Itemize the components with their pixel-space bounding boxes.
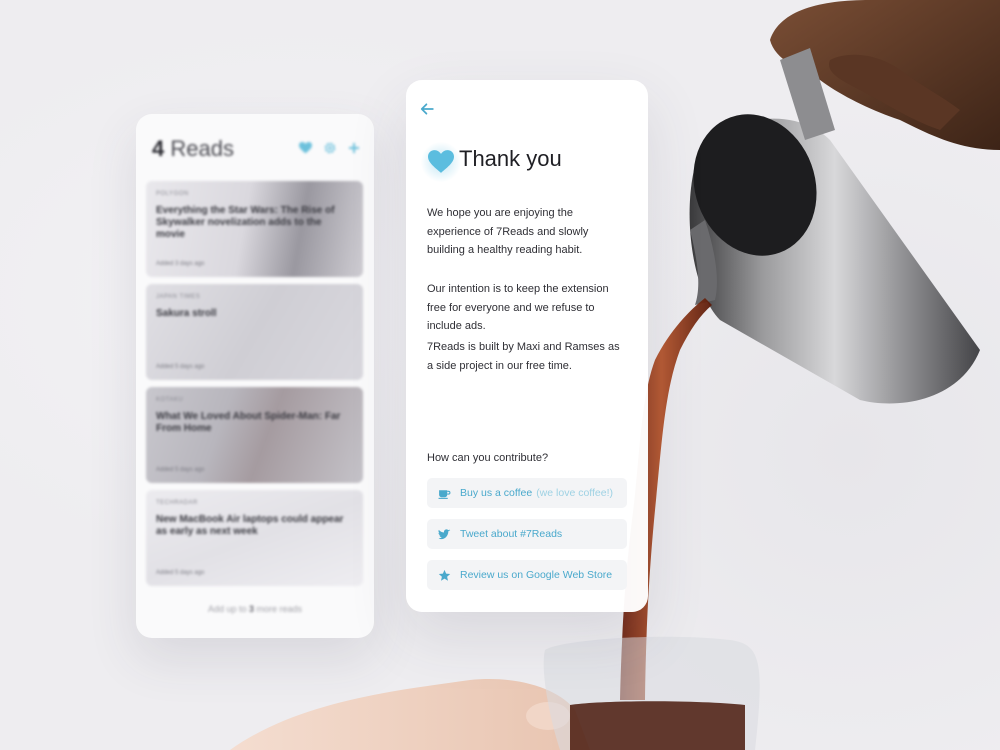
buy-coffee-note: (we love coffee!) <box>536 487 614 499</box>
thank-you-panel: Thank you We hope you are enjoying the e… <box>406 80 648 612</box>
contribute-heading: How can you contribute? <box>427 452 549 464</box>
read-item[interactable]: JAPAN TIMES Sakura stroll Added 5 days a… <box>146 284 363 380</box>
twitter-icon <box>438 528 451 541</box>
review-label: Review us on Google Web Store <box>460 569 613 581</box>
read-source: JAPAN TIMES <box>156 294 201 300</box>
reads-list-panel: 4 Reads POLYGON Everything the Star Wars… <box>136 114 374 638</box>
read-title: Sakura stroll <box>156 308 217 319</box>
reads-footer-pre: Add up to <box>207 604 249 614</box>
read-item[interactable]: POLYGON Everything the Star Wars: The Ri… <box>146 181 363 277</box>
paragraph-intro: We hope you are enjoying the experience … <box>427 207 589 256</box>
read-title: Everything the Star Wars: The Rise of Sk… <box>156 205 335 240</box>
buy-coffee-button[interactable]: Buy us a coffee (we love coffee!) <box>427 478 627 508</box>
read-added: Added 5 days ago <box>156 364 205 370</box>
page-title: Thank you <box>459 146 562 171</box>
heart-icon <box>420 142 462 182</box>
buy-coffee-label: Buy us a coffee <box>460 487 533 499</box>
reads-title: 4 Reads <box>152 136 234 162</box>
tweet-button[interactable]: Tweet about #7Reads <box>427 519 627 549</box>
read-title: New MacBook Air laptops could appear as … <box>156 514 344 537</box>
reads-label: Reads <box>170 136 234 161</box>
read-added: Added 5 days ago <box>156 570 205 576</box>
read-added: Added 5 days ago <box>156 467 205 473</box>
star-icon <box>438 569 451 582</box>
tweet-label: Tweet about #7Reads <box>460 528 563 540</box>
coffee-cup-icon <box>438 487 451 500</box>
reads-count: 4 <box>152 136 165 161</box>
reads-footer: Add up to 3 more reads <box>136 604 374 614</box>
review-button[interactable]: Review us on Google Web Store <box>427 560 627 590</box>
read-item[interactable]: TECHRADAR New MacBook Air laptops could … <box>146 490 363 586</box>
read-item[interactable]: KOTAKU What We Loved About Spider-Man: F… <box>146 387 363 483</box>
plus-icon[interactable] <box>348 141 360 157</box>
read-title: What We Loved About Spider-Man: Far From… <box>156 411 341 434</box>
paragraph-authors: 7Reads is built by Maxi and Ramses as a … <box>427 341 620 372</box>
gear-icon[interactable] <box>324 141 336 157</box>
read-added: Added 3 days ago <box>156 261 205 267</box>
heart-icon[interactable] <box>299 141 312 157</box>
reads-header: 4 Reads <box>152 134 360 164</box>
arrow-left-icon[interactable] <box>420 102 436 118</box>
reads-footer-post: more reads <box>254 604 303 614</box>
read-source: POLYGON <box>156 191 189 197</box>
read-source: KOTAKU <box>156 397 184 403</box>
read-source: TECHRADAR <box>156 500 198 506</box>
paragraph-free: Our intention is to keep the extension f… <box>427 283 609 332</box>
